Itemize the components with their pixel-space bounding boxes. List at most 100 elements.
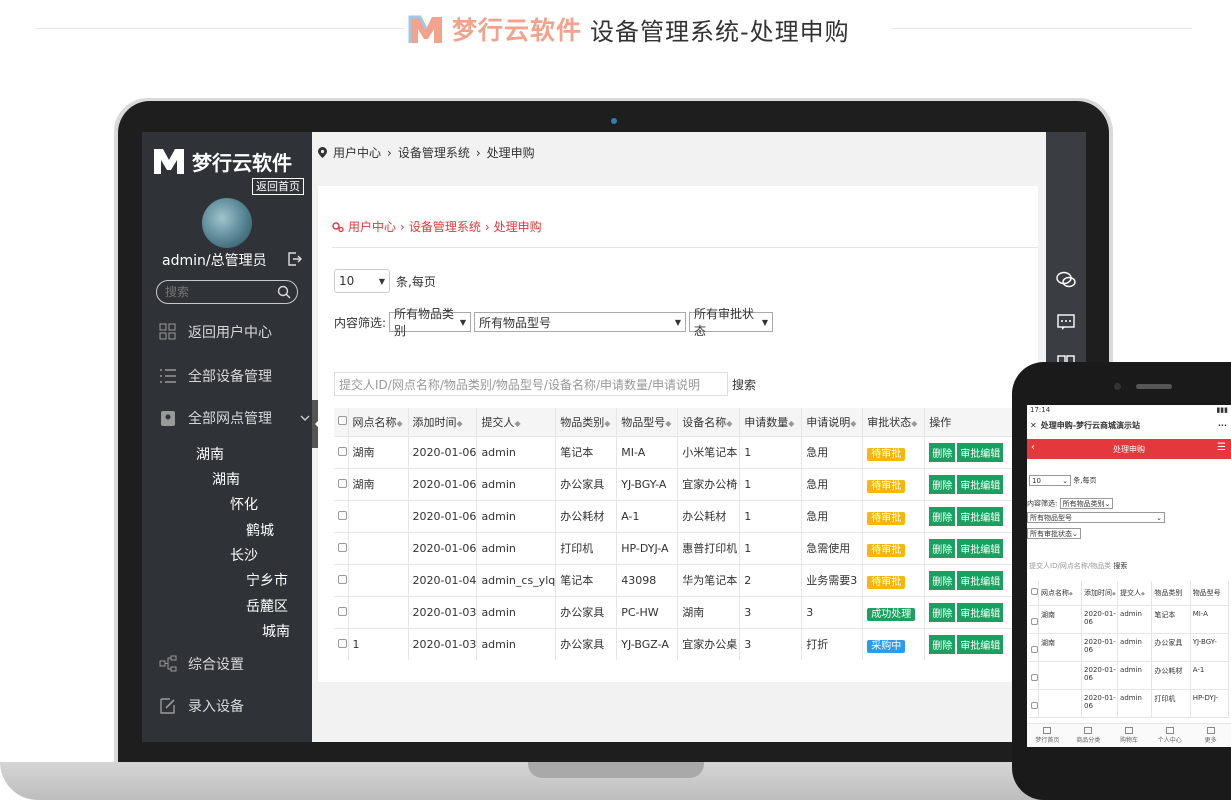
- phone-model-select[interactable]: 所有物品型号 ⌄: [1027, 512, 1165, 523]
- table-row[interactable]: 湖南 2020-01-06 admin 办公家具 YJ-BGY-A 宜家办公椅 1 急用 待审批…: [334, 467, 1038, 500]
- message-icon[interactable]: [1056, 312, 1076, 332]
- approve-edit-button[interactable]: 审批编辑: [957, 570, 1004, 590]
- row-checkbox[interactable]: [338, 638, 347, 648]
- phone-status-select[interactable]: 所有审批状态 ⌄: [1027, 528, 1081, 539]
- sort-icon[interactable]: ◆: [457, 419, 463, 428]
- column-header[interactable]: 申请数量◆: [739, 408, 803, 436]
- sidebar-item-add-device[interactable]: 录入设备: [158, 696, 244, 716]
- more-icon[interactable]: ···: [1218, 421, 1227, 430]
- checkbox[interactable]: [1031, 588, 1038, 596]
- phone-column-header[interactable]: 物品类别: [1151, 581, 1191, 606]
- search-input[interactable]: 提交人ID/网点名称/物品类别/物品型号/设备名称/申请数量/申请说明: [334, 372, 728, 396]
- table-row[interactable]: 2020-01-04 admin_cs_ylq 笔记本 43098 华为笔记本 2 业务需要…: [334, 563, 1038, 596]
- chevron-down-icon[interactable]: [300, 413, 310, 423]
- phone-table-row[interactable]: 湖南 2020-01-06 admin 笔记本 MI-A: [1029, 605, 1230, 634]
- sidebar-item-settings[interactable]: 综合设置: [158, 654, 244, 674]
- logout-icon[interactable]: [288, 252, 302, 266]
- row-checkbox[interactable]: [338, 478, 347, 488]
- delete-button[interactable]: 删除: [929, 538, 956, 558]
- phone-table-row[interactable]: 湖南 2020-01-06 admin 办公家具 YJ-BGY-: [1029, 633, 1230, 662]
- phone-tab-item[interactable]: 梦行首页: [1027, 724, 1068, 747]
- table-row[interactable]: 2020-01-03 admin 办公家具 PC-HW 湖南 3 3 成功处理 删除 审批编辑: [334, 595, 1038, 628]
- phone-search-button[interactable]: 搜索: [1113, 562, 1127, 570]
- row-checkbox[interactable]: [1031, 701, 1038, 709]
- search-button[interactable]: 搜索: [732, 376, 756, 393]
- table-row[interactable]: 2020-01-06 admin 打印机 HP-DYJ-A 惠普打印机 1 急需使用 待审批 删…: [334, 531, 1038, 564]
- sort-icon[interactable]: ◆: [911, 419, 917, 428]
- phone-tab-item[interactable]: 个人中心: [1149, 724, 1190, 747]
- approve-edit-button[interactable]: 审批编辑: [957, 474, 1004, 494]
- sort-icon[interactable]: ◆: [665, 419, 671, 428]
- delete-button[interactable]: 删除: [929, 634, 956, 654]
- breadcrumb-item[interactable]: 设备管理系统: [398, 144, 470, 161]
- sort-icon[interactable]: ◆: [726, 419, 732, 428]
- phone-column-header[interactable]: 物品型号: [1190, 581, 1230, 606]
- tree-node[interactable]: 长沙: [230, 545, 258, 565]
- search-icon[interactable]: [277, 285, 291, 299]
- sidebar-item-devices[interactable]: 全部设备管理: [158, 366, 272, 386]
- row-checkbox[interactable]: [338, 446, 347, 456]
- tree-node[interactable]: 宁乡市: [246, 570, 288, 590]
- delete-button[interactable]: 删除: [929, 602, 956, 622]
- delete-button[interactable]: 删除: [929, 474, 956, 494]
- tree-node[interactable]: 怀化: [230, 494, 258, 514]
- column-header[interactable]: 网点名称◆: [348, 408, 409, 436]
- sidebar-item-sites[interactable]: 全部网点管理: [158, 408, 310, 428]
- sort-icon[interactable]: ◆: [604, 419, 610, 428]
- approve-edit-button[interactable]: 审批编辑: [957, 506, 1004, 526]
- row-checkbox[interactable]: [338, 606, 347, 616]
- back-icon[interactable]: ‹: [1031, 442, 1035, 453]
- breadcrumb-item[interactable]: 用户中心: [348, 218, 396, 235]
- breadcrumb-item[interactable]: 设备管理系统: [409, 218, 481, 235]
- sort-icon[interactable]: ◆: [788, 419, 794, 428]
- sidebar-logo[interactable]: 梦行云软件: [152, 146, 292, 176]
- table-row[interactable]: 2020-01-06 admin 办公耗材 A-1 办公耗材 1 急用 待审批 删除 审批编辑: [334, 499, 1038, 532]
- phone-select-all[interactable]: [1029, 581, 1039, 606]
- phone-search-input[interactable]: 提交人ID/网点名称/物品类: [1029, 562, 1111, 570]
- phone-tab-item[interactable]: 商品分类: [1068, 724, 1109, 747]
- avatar[interactable]: [202, 198, 252, 248]
- phone-per-page-select[interactable]: 10 ⌄: [1029, 475, 1071, 486]
- phone-tab-item[interactable]: 购物车: [1109, 724, 1150, 747]
- tree-node[interactable]: 鹤城: [246, 520, 274, 540]
- delete-button[interactable]: 删除: [929, 570, 956, 590]
- phone-tab-item[interactable]: 更多: [1190, 724, 1231, 747]
- phone-column-header[interactable]: 提交人◆: [1117, 581, 1153, 606]
- row-checkbox[interactable]: [1031, 645, 1038, 653]
- tree-node[interactable]: 湖南: [212, 469, 240, 489]
- tree-node[interactable]: 城南: [262, 621, 290, 641]
- status-filter-select[interactable]: 所有审批状态 ▼: [689, 307, 774, 338]
- back-home-link[interactable]: 返回首页: [252, 178, 304, 195]
- breadcrumb-item[interactable]: 用户中心: [333, 144, 381, 161]
- approve-edit-button[interactable]: 审批编辑: [957, 602, 1004, 622]
- phone-table-row[interactable]: 2020-01-06 admin 办公耗材 A-1: [1029, 661, 1230, 690]
- tree-node[interactable]: 岳麓区: [246, 596, 288, 616]
- per-page-select[interactable]: 10 ▼: [334, 269, 390, 293]
- row-checkbox[interactable]: [1031, 673, 1038, 681]
- column-header[interactable]: 申请说明◆: [801, 408, 864, 436]
- category-filter-select[interactable]: 所有物品类别 ▼: [389, 307, 472, 338]
- sidebar-search-input[interactable]: [165, 285, 273, 299]
- select-all-checkbox[interactable]: [334, 408, 349, 436]
- approve-edit-button[interactable]: 审批编辑: [957, 634, 1004, 654]
- column-header[interactable]: 物品型号◆: [616, 408, 679, 436]
- phone-table-row[interactable]: 2020-01-06 admin 打印机 HP-DYJ-: [1029, 689, 1230, 718]
- tree-node[interactable]: 湖南: [196, 444, 224, 464]
- sort-icon[interactable]: ◆: [514, 419, 520, 428]
- row-checkbox[interactable]: [338, 574, 347, 584]
- phone-column-header[interactable]: 添加时间◆: [1081, 581, 1119, 606]
- sort-icon[interactable]: ◆: [850, 419, 856, 428]
- row-checkbox[interactable]: [338, 510, 347, 520]
- phone-category-select[interactable]: 所有物品类别 ⌄: [1059, 498, 1114, 509]
- phone-column-header[interactable]: 网点名称◆: [1038, 581, 1083, 606]
- column-header[interactable]: 物品类别◆: [555, 408, 618, 436]
- delete-button[interactable]: 删除: [929, 442, 956, 462]
- column-header[interactable]: 审批状态◆: [862, 408, 926, 436]
- sidebar-item-user-center[interactable]: 返回用户中心: [158, 322, 272, 342]
- column-header[interactable]: 提交人◆: [476, 408, 557, 436]
- menu-icon[interactable]: ☰: [1217, 442, 1226, 453]
- table-row[interactable]: 湖南 2020-01-06 admin 笔记本 MI-A 小米笔记本 1 急用 待审批 删除 审批编…: [334, 435, 1038, 468]
- row-checkbox[interactable]: [338, 542, 347, 552]
- sort-icon[interactable]: ◆: [397, 419, 403, 428]
- model-filter-select[interactable]: 所有物品型号 ▼: [474, 312, 687, 332]
